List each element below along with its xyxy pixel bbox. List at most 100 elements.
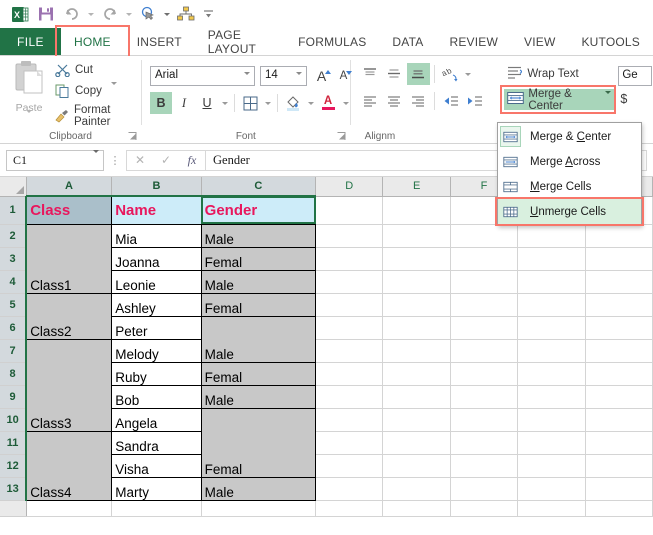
cell-g13[interactable]	[518, 477, 585, 500]
name-box[interactable]: C1	[6, 150, 104, 171]
cell-f3[interactable]	[450, 247, 517, 270]
cell-b3[interactable]: Joanna	[112, 247, 201, 270]
row-header-8[interactable]: 8	[0, 362, 26, 385]
tab-kutools[interactable]: KUTOOLS	[568, 28, 653, 55]
customize-qat-icon[interactable]	[200, 3, 216, 25]
font-name-input[interactable]: Arial	[150, 66, 255, 86]
cell-d3[interactable]	[316, 247, 383, 270]
menu-item-merge-and-center[interactable]: Merge & Center	[498, 124, 641, 149]
font-name-dropdown-icon[interactable]	[244, 75, 250, 87]
cell-h2[interactable]	[585, 224, 652, 247]
column-header-b[interactable]: B	[112, 177, 201, 196]
cell-d8[interactable]	[316, 362, 383, 385]
copy-button[interactable]: Copy	[54, 83, 117, 98]
cell-f9[interactable]	[450, 385, 517, 408]
cell-g14[interactable]	[518, 500, 585, 516]
cell-e5[interactable]	[383, 293, 450, 316]
cell-f5[interactable]	[450, 293, 517, 316]
cell-e2[interactable]	[383, 224, 450, 247]
cell-e8[interactable]	[383, 362, 450, 385]
cell-b1[interactable]: Name	[112, 196, 201, 224]
orientation-dropdown-icon[interactable]	[463, 63, 474, 85]
underline-dropdown-icon[interactable]	[219, 92, 230, 114]
cell-d7[interactable]	[316, 339, 383, 362]
cell-h11[interactable]	[585, 431, 652, 454]
column-header-d[interactable]: D	[316, 177, 383, 196]
cell-c5[interactable]: Femal	[201, 293, 315, 316]
column-header-c[interactable]: C	[201, 177, 315, 196]
menu-item-unmerge-cells[interactable]: Unmerge Cells	[498, 199, 641, 224]
cell-c3[interactable]: Femal	[201, 247, 315, 270]
italic-button[interactable]: I	[173, 92, 195, 114]
cell-d1[interactable]	[316, 196, 383, 224]
shapes-icon[interactable]	[174, 3, 198, 25]
cell-b12[interactable]: Visha	[112, 454, 201, 477]
increase-font-size-button[interactable]: A	[314, 66, 334, 86]
redo-icon[interactable]	[98, 3, 122, 25]
format-painter-button[interactable]: Format Painter	[54, 104, 141, 128]
menu-item-merge-cells[interactable]: Merge Cells	[498, 174, 641, 199]
touch-mode-icon[interactable]	[136, 3, 160, 25]
number-format-select[interactable]: Ge	[618, 66, 652, 86]
fill-color-button[interactable]	[282, 92, 304, 114]
tab-formulas[interactable]: FORMULAS	[285, 28, 379, 55]
row-header-3[interactable]: 3	[0, 247, 26, 270]
cell-e14[interactable]	[383, 500, 450, 516]
tab-insert[interactable]: INSERT	[124, 28, 195, 55]
cell-f4[interactable]	[450, 270, 517, 293]
cell-f7[interactable]	[450, 339, 517, 362]
cell-b14[interactable]	[112, 500, 201, 516]
column-header-e[interactable]: E	[383, 177, 450, 196]
cell-c13[interactable]: Male	[201, 477, 315, 500]
cell-g7[interactable]	[518, 339, 585, 362]
column-header-a[interactable]: A	[26, 177, 112, 196]
increase-indent-button[interactable]	[463, 90, 486, 112]
cell-f11[interactable]	[450, 431, 517, 454]
cell-g6[interactable]	[518, 316, 585, 339]
cell-h13[interactable]	[585, 477, 652, 500]
cancel-formula-button[interactable]: ✕	[127, 151, 153, 170]
row-header-11[interactable]: 11	[0, 431, 26, 454]
enter-formula-button[interactable]: ✓	[153, 151, 179, 170]
font-size-dropdown-icon[interactable]	[296, 75, 302, 87]
cell-e13[interactable]	[383, 477, 450, 500]
cell-c10-merged[interactable]: Femal	[201, 408, 315, 477]
cell-a5-merged-class2[interactable]: Class2	[26, 293, 112, 339]
clipboard-dialog-launcher[interactable]	[128, 132, 137, 141]
tab-home[interactable]: HOME	[61, 28, 124, 55]
font-dialog-launcher[interactable]	[337, 132, 346, 141]
cell-f14[interactable]	[450, 500, 517, 516]
cell-e4[interactable]	[383, 270, 450, 293]
row-header-6[interactable]: 6	[0, 316, 26, 339]
cell-d14[interactable]	[316, 500, 383, 516]
orientation-button[interactable]: a b	[439, 63, 462, 85]
cell-h8[interactable]	[585, 362, 652, 385]
row-header-4[interactable]: 4	[0, 270, 26, 293]
copy-dropdown-icon[interactable]	[111, 85, 117, 97]
cell-h9[interactable]	[585, 385, 652, 408]
touch-mode-dropdown-icon[interactable]	[162, 3, 172, 25]
cell-h3[interactable]	[585, 247, 652, 270]
cell-a2-merged-class1[interactable]: Class1	[26, 224, 112, 293]
cell-g2[interactable]	[518, 224, 585, 247]
top-align-button[interactable]	[359, 63, 382, 85]
cell-e9[interactable]	[383, 385, 450, 408]
bold-button[interactable]: B	[150, 92, 172, 114]
borders-dropdown-icon[interactable]	[262, 92, 273, 114]
row-header-12[interactable]: 12	[0, 454, 26, 477]
cell-f6[interactable]	[450, 316, 517, 339]
cell-b13[interactable]: Marty	[112, 477, 201, 500]
cell-e7[interactable]	[383, 339, 450, 362]
cell-b9[interactable]: Bob	[112, 385, 201, 408]
cell-b5[interactable]: Ashley	[112, 293, 201, 316]
cell-d4[interactable]	[316, 270, 383, 293]
tab-review[interactable]: REVIEW	[436, 28, 511, 55]
currency-format-button[interactable]: $	[620, 92, 627, 106]
font-color-button[interactable]: A	[317, 92, 339, 114]
cell-d12[interactable]	[316, 454, 383, 477]
decrease-indent-button[interactable]	[439, 90, 462, 112]
cell-c14[interactable]	[201, 500, 315, 516]
cell-e12[interactable]	[383, 454, 450, 477]
font-color-dropdown-icon[interactable]	[340, 92, 351, 114]
cell-h4[interactable]	[585, 270, 652, 293]
